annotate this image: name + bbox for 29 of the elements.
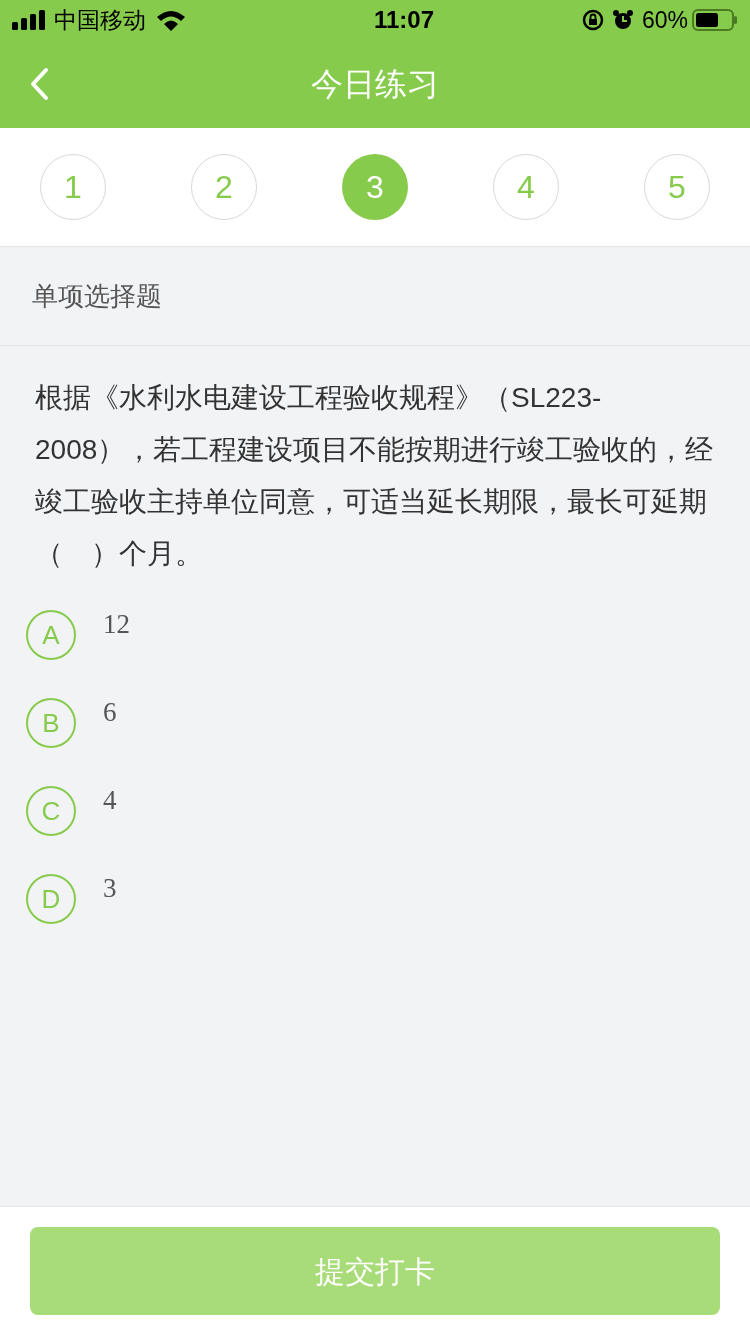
answer-option[interactable]: C 4 [26,786,750,836]
option-letter: C [26,786,76,836]
answer-option[interactable]: A 12 [26,610,750,660]
question-type-label: 单项选择题 [32,279,162,313]
option-letter: D [26,874,76,924]
battery-percent: 60% [641,5,688,35]
wifi-icon [156,9,186,31]
answer-option[interactable]: B 6 [26,698,750,748]
option-text: 12 [103,608,130,641]
question-number-tab[interactable]: 2 [191,154,257,220]
question-number-tab[interactable]: 5 [644,154,710,220]
carrier-name: 中国移动 [54,5,146,35]
answer-option[interactable]: D 3 [26,874,750,924]
question-number-tab[interactable]: 1 [40,154,106,220]
option-text: 3 [103,872,117,905]
question-number-tab[interactable]: 4 [493,154,559,220]
signal-icon [12,10,48,30]
option-letter: B [26,698,76,748]
clock-time: 11:07 [373,5,434,35]
back-icon[interactable] [30,67,50,101]
option-text: 6 [103,696,117,729]
alarm-icon [611,9,634,31]
option-text: 4 [103,784,117,817]
question-text: 根据《水利水电建设工程验收规程》（SL223-2008），若工程建设项目不能按期进行竣工验收的，经竣工验收主持单位同意，可适当延长期限，最长可延期（ ）个月。 [35,381,715,571]
page-title: 今日练习 [311,65,439,104]
battery-icon [692,9,738,31]
option-letter: A [26,610,76,660]
question-number-tab[interactable]: 3 [342,154,408,220]
rotation-lock-icon [581,9,604,31]
